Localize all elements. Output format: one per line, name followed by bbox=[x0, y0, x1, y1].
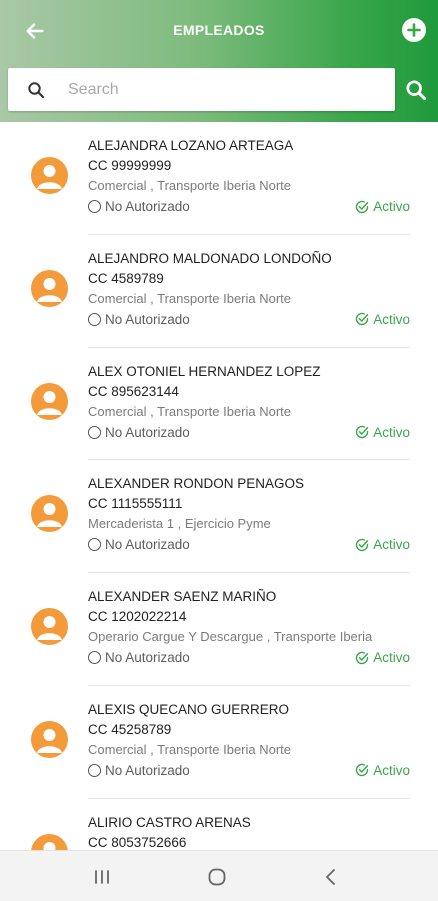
radio-unchecked-icon bbox=[88, 425, 101, 439]
employee-id: CC 99999999 bbox=[88, 158, 172, 173]
authorization-status: No Autorizado bbox=[88, 537, 190, 552]
employee-name: ALEX OTONIEL HERNANDEZ LOPEZ bbox=[88, 363, 321, 379]
employee-list: ALEJANDRA LOZANO ARTEAGA CC 99999999 Com… bbox=[0, 122, 438, 850]
person-avatar-icon bbox=[31, 157, 68, 194]
active-status: Activo bbox=[355, 425, 410, 440]
employee-role: Comercial , Transporte Iberia Norte bbox=[88, 403, 292, 419]
home-circle-icon bbox=[208, 868, 226, 886]
chevron-left-icon bbox=[326, 869, 335, 885]
list-item[interactable]: ALEJANDRO MALDONADO LONDOÑO CC 4589789 C… bbox=[0, 235, 438, 348]
employee-name: ALEXANDER RONDON PENAGOS bbox=[88, 476, 305, 492]
active-status: Activo bbox=[355, 312, 410, 327]
recent-apps-icon bbox=[95, 870, 109, 884]
radio-unchecked-icon bbox=[88, 538, 101, 552]
employee-id: CC 1202022214 bbox=[88, 609, 187, 625]
system-navigation-bar bbox=[0, 850, 438, 901]
authorization-status: No Autorizado bbox=[88, 199, 190, 214]
check-circle-icon bbox=[356, 313, 369, 326]
employee-id: CC 1115555111 bbox=[88, 496, 183, 512]
person-avatar-icon bbox=[31, 720, 68, 758]
search-input[interactable] bbox=[66, 79, 350, 100]
person-avatar-icon bbox=[31, 608, 68, 646]
search-submit-button[interactable] bbox=[404, 78, 428, 102]
list-item[interactable]: ALEXANDER RONDON PENAGOS CC 1115555111 M… bbox=[0, 460, 438, 574]
plus-icon bbox=[407, 23, 421, 37]
list-item[interactable]: ALEXIS QUECANO GUERRERO CC 45258789 Come… bbox=[0, 686, 438, 799]
list-item[interactable]: ALEXANDER SAENZ MARIÑO CC 1202022214 Ope… bbox=[0, 573, 438, 686]
check-circle-icon bbox=[356, 651, 369, 664]
employee-role: Comercial , Transporte Iberia Norte bbox=[88, 178, 292, 193]
person-avatar-icon bbox=[31, 269, 68, 307]
employee-id: CC 4589789 bbox=[88, 270, 164, 286]
search-icon bbox=[406, 80, 427, 101]
employee-id: CC 8053752666 bbox=[88, 834, 187, 850]
radio-unchecked-icon bbox=[88, 200, 101, 213]
employee-name: ALIRIO CASTRO ARENAS bbox=[88, 814, 251, 830]
person-avatar-icon bbox=[31, 833, 68, 850]
search-bar bbox=[8, 68, 395, 111]
employee-role: Mercaderista 1 , Ejercicio Pyme bbox=[88, 516, 271, 532]
list-item[interactable]: ALIRIO CASTRO ARENAS CC 8053752666 bbox=[0, 799, 438, 850]
radio-unchecked-icon bbox=[88, 651, 101, 665]
person-avatar-icon bbox=[31, 382, 68, 420]
employee-id: CC 45258789 bbox=[88, 721, 172, 737]
active-status: Activo bbox=[355, 763, 410, 778]
employee-name: ALEJANDRO MALDONADO LONDOÑO bbox=[88, 250, 332, 266]
employee-role: Operario Cargue Y Descargue , Transporte… bbox=[88, 629, 373, 645]
check-circle-icon bbox=[356, 764, 369, 777]
active-status: Activo bbox=[355, 650, 410, 665]
employee-name: ALEXANDER SAENZ MARIÑO bbox=[88, 589, 277, 605]
active-status: Activo bbox=[355, 199, 410, 214]
active-status: Activo bbox=[355, 537, 410, 552]
check-circle-icon bbox=[356, 538, 369, 552]
radio-unchecked-icon bbox=[88, 312, 101, 326]
authorization-status: No Autorizado bbox=[88, 763, 190, 778]
system-back-button[interactable] bbox=[318, 864, 344, 890]
add-employee-button[interactable] bbox=[402, 18, 426, 42]
person-avatar-icon bbox=[31, 495, 68, 533]
list-item[interactable]: ALEJANDRA LOZANO ARTEAGA CC 99999999 Com… bbox=[0, 122, 438, 235]
check-circle-icon bbox=[356, 425, 369, 439]
search-icon bbox=[26, 80, 46, 100]
recent-apps-button[interactable] bbox=[89, 864, 115, 890]
employee-id: CC 895623144 bbox=[88, 383, 179, 399]
page-title: EMPLEADOS bbox=[173, 22, 265, 38]
employee-role: Comercial , Transporte Iberia Norte bbox=[88, 290, 292, 306]
authorization-status: No Autorizado bbox=[88, 650, 190, 665]
authorization-status: No Autorizado bbox=[88, 312, 190, 327]
home-button[interactable] bbox=[204, 864, 230, 890]
employee-name: ALEXIS QUECANO GUERRERO bbox=[88, 701, 290, 717]
employee-name: ALEJANDRA LOZANO ARTEAGA bbox=[88, 138, 294, 153]
radio-unchecked-icon bbox=[88, 763, 101, 777]
employee-role: Comercial , Transporte Iberia Norte bbox=[88, 741, 292, 757]
check-circle-icon bbox=[356, 200, 369, 213]
authorization-status: No Autorizado bbox=[88, 425, 190, 440]
list-item[interactable]: ALEX OTONIEL HERNANDEZ LOPEZ CC 89562314… bbox=[0, 348, 438, 461]
